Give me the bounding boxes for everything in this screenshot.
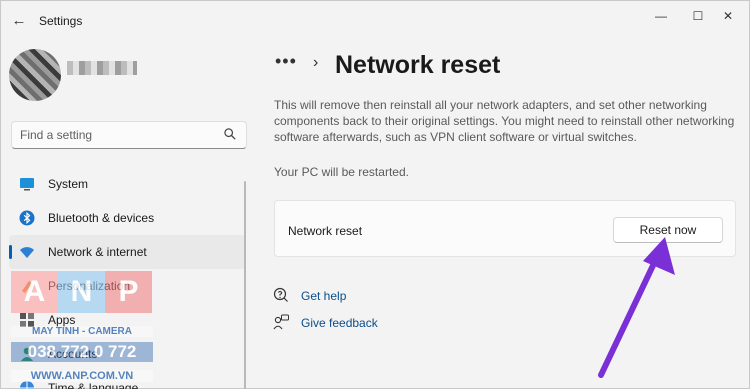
brush-icon [22,281,32,293]
sidebar-item-apps[interactable]: Apps [9,303,245,337]
sidebar-item-network[interactable]: Network & internet [9,235,245,269]
close-icon[interactable]: ✕ [713,7,743,25]
card-label: Network reset [288,224,363,238]
globe-icon [20,381,34,389]
sidebar-scrollbar[interactable] [244,181,246,389]
sidebar-item-bluetooth[interactable]: Bluetooth & devices [9,201,245,235]
get-help-link[interactable]: Get help [273,287,363,305]
sidebar-item-label: Time & language [48,381,139,389]
get-help-label[interactable]: Get help [301,289,346,303]
sidebar-item-personalization[interactable]: Personalization [9,269,245,303]
sidebar-item-system[interactable]: System [9,167,245,201]
search-input[interactable] [20,127,220,143]
sidebar-nav: System Bluetooth & devices Network & int… [9,167,245,389]
sidebar-item-time-language[interactable]: Time & language [9,371,245,389]
sidebar-item-label: Network & internet [48,245,147,259]
sidebar-item-label: Accounts [48,347,98,361]
sidebar-item-label: System [48,177,89,191]
feedback-icon [273,314,289,330]
avatar[interactable] [9,49,61,101]
sidebar-item-label: Bluetooth & devices [48,211,155,225]
chevron-right-icon: › [313,54,319,71]
help-icon [273,287,288,302]
settings-window: ← Settings — ☐ ✕ System Bluetooth & devi… [0,0,750,389]
give-feedback-label[interactable]: Give feedback [301,316,378,330]
network-reset-card: Network reset Reset now [274,200,736,257]
breadcrumb-overflow-button[interactable]: ••• [275,51,297,72]
bluetooth-icon [19,210,35,226]
wifi-icon [20,247,34,258]
person-icon [21,347,33,361]
active-indicator [9,245,12,259]
user-name-blurred [67,61,137,75]
sidebar-item-label: Personalization [48,279,131,293]
restart-note: Your PC will be restarted. [274,165,409,179]
search-box[interactable] [11,121,247,149]
maximize-icon[interactable]: ☐ [683,7,713,25]
search-icon[interactable] [223,127,237,141]
reset-now-button[interactable]: Reset now [613,217,723,243]
give-feedback-link[interactable]: Give feedback [273,314,383,332]
sidebar-item-accounts[interactable]: Accounts [9,337,245,371]
page-title: Network reset [335,51,501,79]
minimize-icon[interactable]: — [646,7,676,25]
monitor-icon [20,178,34,191]
apps-icon [20,313,34,327]
back-arrow-icon[interactable]: ← [9,11,29,31]
page-description: This will remove then reinstall all your… [274,98,735,144]
sidebar-item-label: Apps [48,313,76,327]
title-bar: ← Settings — ☐ ✕ [1,1,750,41]
app-title: Settings [39,14,83,28]
